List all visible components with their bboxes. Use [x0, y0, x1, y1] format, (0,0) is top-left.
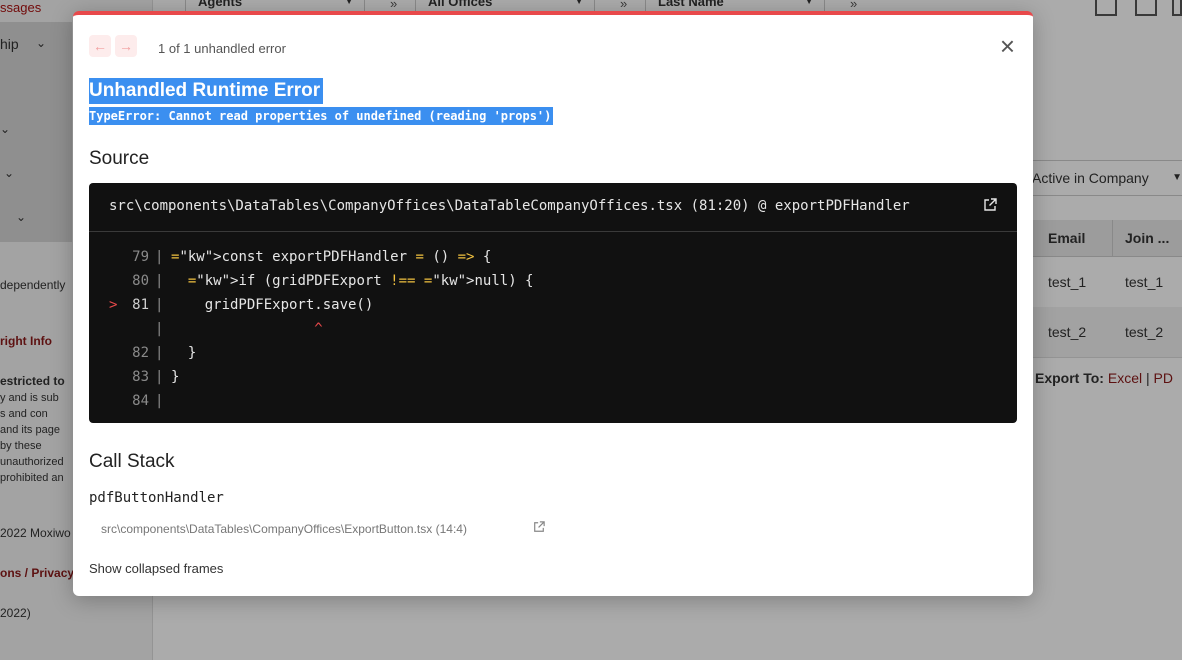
prev-error-button[interactable]: ← [89, 35, 111, 57]
error-title: Unhandled Runtime Error [89, 78, 324, 104]
code-text: ="kw">if (gridPDFExport !== ="kw">null) … [187, 273, 534, 289]
line-number: 79 [132, 249, 149, 265]
line-number: 81 [132, 297, 149, 313]
gutter-separator: | [155, 369, 164, 385]
source-code-frame: src\components\DataTables\CompanyOffices… [89, 183, 1017, 423]
stack-frame-function: pdfButtonHandler [89, 490, 224, 506]
code-text: ^ [171, 321, 323, 337]
line-number: 84 [132, 393, 149, 409]
close-button[interactable]: × [1000, 33, 1015, 59]
stack-frame-location[interactable]: src\components\DataTables\CompanyOffices… [101, 522, 467, 536]
code-line: >81 | gridPDFExport.save() [89, 293, 1017, 317]
line-number: 80 [132, 273, 149, 289]
source-file-header: src\components\DataTables\CompanyOffices… [89, 183, 1017, 232]
gutter-separator: | [155, 273, 164, 289]
external-link-icon[interactable] [533, 520, 545, 538]
code-line: 82 | } [89, 341, 1017, 365]
next-error-button[interactable]: → [115, 35, 137, 57]
code-line: 79 | ="kw">const exportPDFHandler = () => … [89, 245, 1017, 269]
gutter-separator: | [155, 249, 164, 265]
gutter-separator: | [155, 393, 164, 409]
gutter-separator: | [155, 321, 164, 337]
code-text: gridPDFExport.save() [171, 297, 374, 313]
gutter-separator: | [155, 297, 164, 313]
source-heading: Source [89, 148, 150, 169]
code-line: 80 | ="kw">if (gridPDFExport !== ="kw">nu… [89, 269, 1017, 293]
error-message: TypeError: Cannot read properties of und… [89, 107, 554, 125]
code-text: } [171, 369, 180, 385]
runtime-error-dialog: ← → 1 of 1 unhandled error × Unhandled R… [73, 11, 1033, 596]
code-lines: 79 | ="kw">const exportPDFHandler = () => … [89, 245, 1017, 413]
source-file-path[interactable]: src\components\DataTables\CompanyOffices… [109, 198, 910, 214]
line-number: 82 [132, 345, 149, 361]
gutter-separator: | [155, 345, 164, 361]
code-line: 84 | [89, 389, 1017, 413]
show-collapsed-frames-button[interactable]: Show collapsed frames [89, 561, 223, 576]
code-text: } [171, 345, 197, 361]
call-stack-heading: Call Stack [89, 451, 175, 472]
error-count: 1 of 1 unhandled error [158, 41, 286, 56]
code-line: 83 |} [89, 365, 1017, 389]
code-text: ="kw">const exportPDFHandler = () => { [171, 249, 492, 265]
external-link-icon[interactable] [983, 198, 997, 217]
error-line-marker: > [109, 297, 118, 313]
line-number: 83 [132, 369, 149, 385]
code-line: | ^ [89, 317, 1017, 341]
